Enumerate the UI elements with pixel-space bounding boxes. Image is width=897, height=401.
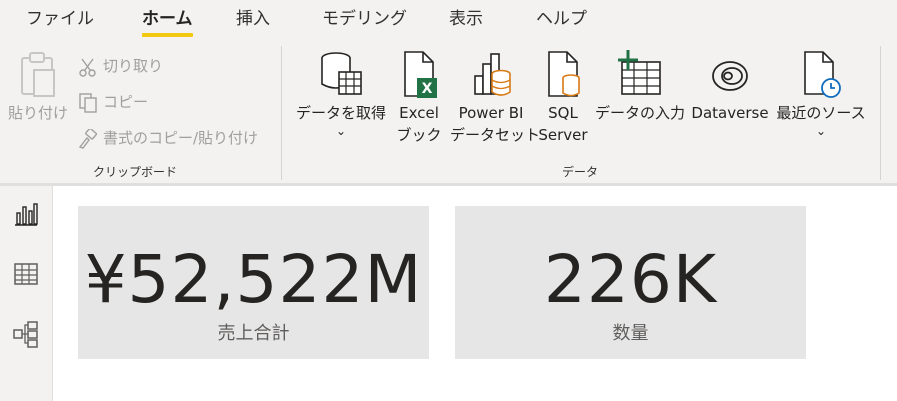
ribbon-divider (0, 183, 897, 186)
card-value: ¥52,522M (84, 241, 423, 318)
recent-sources-label: 最近のソース (776, 104, 866, 122)
power-bi-dataset-button[interactable]: Power BI データセット (450, 48, 540, 146)
tab-view[interactable]: 表示 (449, 6, 483, 32)
cut-button[interactable]: 切り取り (78, 53, 163, 79)
excel-label-line2: ブック (396, 126, 442, 144)
copy-label: コピー (103, 93, 149, 111)
recent-sources-button[interactable]: 最近のソース ⌄ (773, 48, 869, 138)
card-label: 売上合計 (217, 323, 290, 344)
power-bi-dataset-icon (474, 53, 511, 96)
sql-server-button[interactable]: SQL Server (535, 48, 591, 146)
group-separator (880, 46, 881, 180)
scissors-icon (79, 58, 96, 77)
tab-help[interactable]: ヘルプ (536, 6, 587, 32)
dataverse-button[interactable]: Dataverse (688, 48, 772, 124)
enter-data-button[interactable]: データの入力 (594, 48, 686, 124)
view-switcher-rail (0, 186, 53, 401)
sales-total-card[interactable]: ¥52,522M 売上合計 (78, 206, 429, 359)
format-painter-label: 書式のコピー/貼り付け (103, 129, 259, 147)
sql-server-icon (548, 51, 580, 97)
enter-data-icon (618, 50, 661, 95)
model-view-icon[interactable] (12, 320, 40, 348)
card-label: 数量 (612, 323, 649, 344)
get-data-icon (321, 52, 362, 95)
chevron-down-icon: ⌄ (335, 124, 347, 138)
get-data-button[interactable]: データを取得 ⌄ (292, 48, 390, 138)
clipboard-group-label: クリップボード (92, 165, 177, 179)
dataverse-icon (712, 61, 748, 91)
get-data-label: データを取得 (295, 104, 386, 122)
tab-home[interactable]: ホーム (142, 6, 193, 37)
group-separator (281, 46, 282, 180)
sql-label-line2: Server (538, 126, 588, 144)
tab-insert[interactable]: 挿入 (236, 6, 270, 32)
report-view-icon[interactable] (12, 200, 40, 228)
paste-button[interactable]: 貼り付け (6, 48, 70, 124)
paste-icon (21, 52, 55, 97)
format-painter-button[interactable]: 書式のコピー/貼り付け (78, 125, 258, 151)
format-painter-icon (78, 127, 98, 149)
recent-sources-icon (804, 51, 841, 98)
data-group-label: データ (561, 165, 598, 179)
dataverse-label: Dataverse (691, 104, 769, 122)
paste-label: 貼り付け (7, 104, 68, 122)
excel-workbook-button[interactable]: X Excel ブック (392, 48, 446, 146)
ribbon: 貼り付け 切り取り コピー 書式のコピー/貼り付け クリップボード データを取得… (0, 40, 897, 183)
cut-label: 切り取り (103, 57, 164, 75)
copy-icon (79, 92, 97, 113)
power-bi-label-line2: データセット (450, 126, 541, 144)
power-bi-label-line1: Power BI (458, 104, 524, 122)
card-value: 226K (543, 241, 718, 318)
excel-icon: X (404, 51, 437, 98)
svg-text:X: X (422, 81, 433, 97)
enter-data-label: データの入力 (594, 104, 685, 122)
chevron-down-icon: ⌄ (815, 124, 827, 138)
tab-file[interactable]: ファイル (26, 6, 94, 32)
menu-bar: ファイル ホーム 挿入 モデリング 表示 ヘルプ (0, 0, 897, 40)
table-view-icon[interactable] (12, 260, 40, 288)
sql-label-line1: SQL (548, 104, 578, 122)
excel-label-line1: Excel (399, 104, 439, 122)
copy-button[interactable]: コピー (78, 89, 148, 115)
tab-modeling[interactable]: モデリング (322, 6, 407, 32)
quantity-card[interactable]: 226K 数量 (455, 206, 806, 359)
